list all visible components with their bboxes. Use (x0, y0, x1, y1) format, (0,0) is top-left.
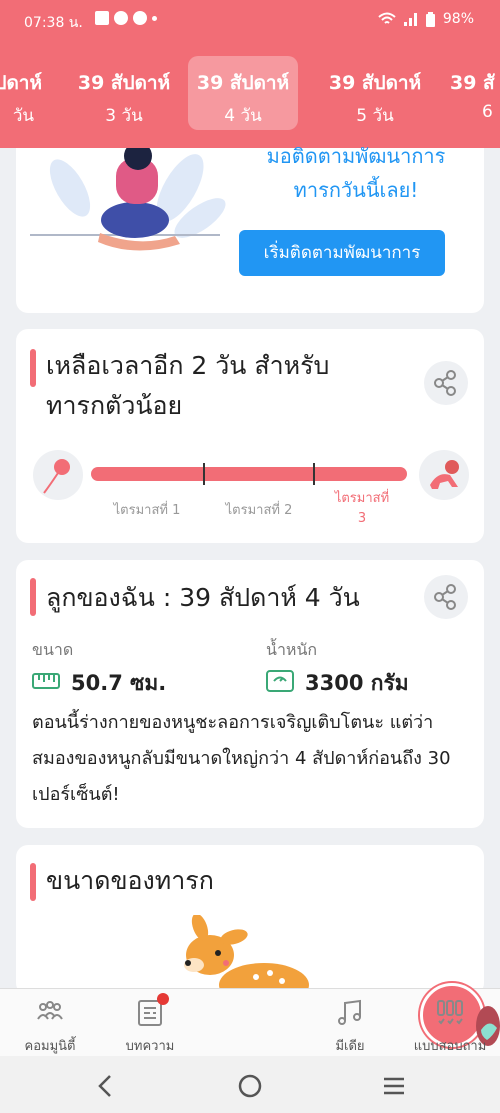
nav-media[interactable]: มีเดีย (300, 989, 400, 1057)
status-bar: 07:38 น. 98% (0, 0, 500, 40)
trimester-2-label: ไตรมาสที่ 2 (225, 503, 293, 518)
more-dot-icon (152, 15, 157, 21)
week-tab-week: 39 สัปดาห์ (196, 72, 290, 94)
countdown-title-line1: เหลือเวลาอีก 2 วัน สำหรับ (46, 351, 330, 380)
mail-icon (95, 11, 109, 25)
trimester-3-label: ไตรมาสที่ 3 (312, 489, 412, 529)
week-selector[interactable]: ปดาห์ วัน 39 สัปดาห์ 3 วัน 39 สัปดาห์ 4 … (0, 40, 500, 148)
ruler-icon (32, 673, 60, 689)
title-accent-bar (30, 578, 36, 616)
size-value: 50.7 ซม. (71, 671, 167, 695)
title-accent-bar (30, 349, 36, 387)
battery-percent: 98% (442, 11, 474, 27)
promo-text-line1: มอติดตามพัฒนาการ (266, 144, 446, 168)
trimester-3-label-text: ไตรมาสที่ 3 (334, 491, 390, 526)
nav-quiz-label: แบบสอบถาม (413, 1039, 487, 1054)
week-tab[interactable]: ปดาห์ วัน (0, 56, 48, 130)
nav-media-label: มีเดีย (335, 1039, 365, 1054)
community-icon (37, 1001, 63, 1020)
week-tab-week: 39 สัปดาห์ (328, 72, 422, 94)
nav-home[interactable] (200, 983, 500, 1057)
back-icon[interactable] (96, 1074, 116, 1098)
share-icon (434, 584, 456, 610)
status-right: 98% (378, 11, 474, 27)
promo-text-line2: ทารกวันนี้เลย! (293, 178, 419, 202)
mother-illustration (30, 148, 226, 251)
recents-icon[interactable] (382, 1074, 406, 1098)
baby-info-title: ลูกของฉัน : 39 สัปดาห์ 4 วัน (46, 583, 360, 612)
week-tab-active[interactable]: 39 สัปดาห์ 4 วัน (188, 56, 298, 130)
week-tab-week: 39 สั (450, 72, 495, 94)
week-tab-day: 4 วัน (224, 106, 262, 126)
quiz-icon (437, 1000, 463, 1025)
music-icon (338, 999, 361, 1025)
nav-community[interactable]: คอมมูนิตี้ (0, 989, 100, 1057)
promo-card: มอติดตามพัฒนาการ ทารกวันนี้เลย! เริ่มติด… (16, 144, 484, 313)
bottom-navigation: คอมมูนิตี้ บทความ มีเดีย แบบสอบถาม (0, 983, 500, 1057)
nav-community-label: คอมมูนิตี้ (24, 1039, 76, 1054)
system-navigation (0, 1056, 500, 1113)
week-tab-day: 6 (482, 102, 493, 122)
countdown-title-line2: ทารกตัวน้อย (46, 391, 183, 420)
embryo-icon (33, 450, 83, 500)
trimester-1-label: ไตรมาสที่ 1 (113, 503, 181, 518)
baby-description: ตอนนี้ร่างกายของหนูชะลอการเจริญเติบโตนะ … (32, 712, 451, 805)
week-tab-day: 5 วัน (356, 106, 394, 126)
fawn-illustration (184, 915, 309, 995)
size-label: ขนาด (32, 640, 74, 659)
nav-articles-label: บทความ (125, 1039, 175, 1054)
share-icon (434, 370, 456, 396)
week-tab[interactable]: 39 สัปดาห์ 5 วัน (320, 56, 430, 130)
wifi-icon (378, 12, 396, 24)
start-tracking-button[interactable]: เริ่มติดตามพัฒนาการ (239, 230, 445, 276)
signal-icon (403, 13, 417, 26)
status-time: 07:38 น. (24, 15, 83, 31)
notification-badge (157, 993, 169, 1005)
week-tab-week: 39 สัปดาห์ (77, 72, 171, 94)
trimester-divider (313, 463, 315, 485)
title-accent-bar (30, 863, 36, 901)
countdown-card: เหลือเวลาอีก 2 วัน สำหรับ ทารกตัวน้อย ไต… (16, 329, 484, 543)
share-button[interactable] (424, 361, 468, 405)
app-notification-icon-2 (133, 11, 147, 25)
week-tab[interactable]: 39 สัปดาห์ 3 วัน (69, 56, 179, 130)
scale-icon (266, 670, 294, 692)
nav-quiz[interactable]: แบบสอบถาม (400, 989, 500, 1057)
trimester-progress-bar (91, 467, 407, 481)
week-tab[interactable]: 39 สั 6 (444, 56, 500, 130)
share-button[interactable] (424, 575, 468, 619)
baby-size-card: ขนาดของทารก (16, 845, 484, 995)
baby-crawling-icon (419, 450, 469, 500)
week-tab-week: ปดาห์ (0, 72, 42, 94)
app-notification-icon (114, 11, 128, 25)
trimester-divider (203, 463, 205, 485)
week-tab-day: วัน (12, 106, 34, 126)
nav-articles[interactable]: บทความ (100, 989, 200, 1057)
home-icon[interactable] (238, 1074, 262, 1098)
week-tab-day: 3 วัน (105, 106, 143, 126)
baby-size-title: ขนาดของทารก (46, 866, 214, 895)
trimester-progress-fill (91, 467, 407, 481)
weight-label: น้ำหนัก (266, 640, 318, 659)
baby-info-card: ลูกของฉัน : 39 สัปดาห์ 4 วัน ขนาด 50.7 ซ… (16, 560, 484, 828)
battery-icon (425, 11, 435, 27)
notification-icons (95, 11, 157, 25)
weight-value: 3300 กรัม (305, 671, 409, 695)
